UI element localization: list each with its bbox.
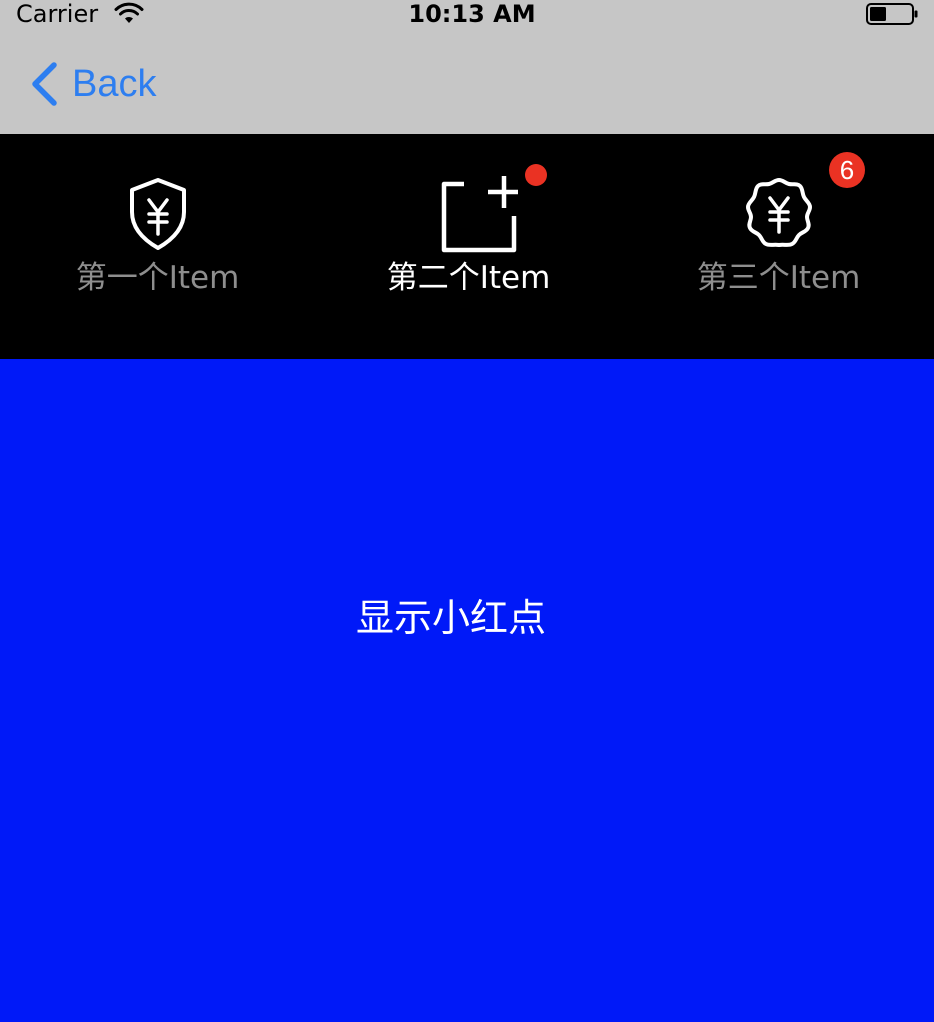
content-area: 显示小红点 — [0, 359, 934, 1022]
yen-badge-icon — [745, 178, 812, 247]
app-screen: Carrier 10:13 AM Back 第一个Item 第二个Item 6 … — [0, 0, 934, 1022]
tab-item-3[interactable]: 6 第三个Item — [623, 134, 934, 359]
chevron-left-icon — [32, 62, 57, 106]
navigation-bar: Back — [0, 30, 934, 134]
tab-item-2[interactable]: 第二个Item — [313, 134, 624, 359]
battery-icon — [866, 3, 918, 25]
show-red-dot-button[interactable]: 显示小红点 — [0, 595, 902, 641]
status-bar: Carrier 10:13 AM — [0, 0, 934, 30]
tab-item-1[interactable]: 第一个Item — [2, 134, 313, 359]
tab-label: 第二个Item — [386, 260, 551, 296]
tab-bar: 第一个Item 第二个Item 6 第三个Item — [0, 134, 934, 359]
red-dot-indicator — [525, 164, 547, 186]
status-time: 10:13 AM — [408, 0, 536, 28]
tab-label: 第三个Item — [696, 260, 861, 296]
back-label: Back — [72, 62, 157, 105]
tab-label: 第一个Item — [75, 260, 240, 296]
back-button[interactable]: Back — [28, 60, 156, 108]
shield-yen-icon — [129, 178, 186, 250]
badge-count: 6 — [829, 152, 865, 188]
add-square-icon — [441, 176, 518, 253]
